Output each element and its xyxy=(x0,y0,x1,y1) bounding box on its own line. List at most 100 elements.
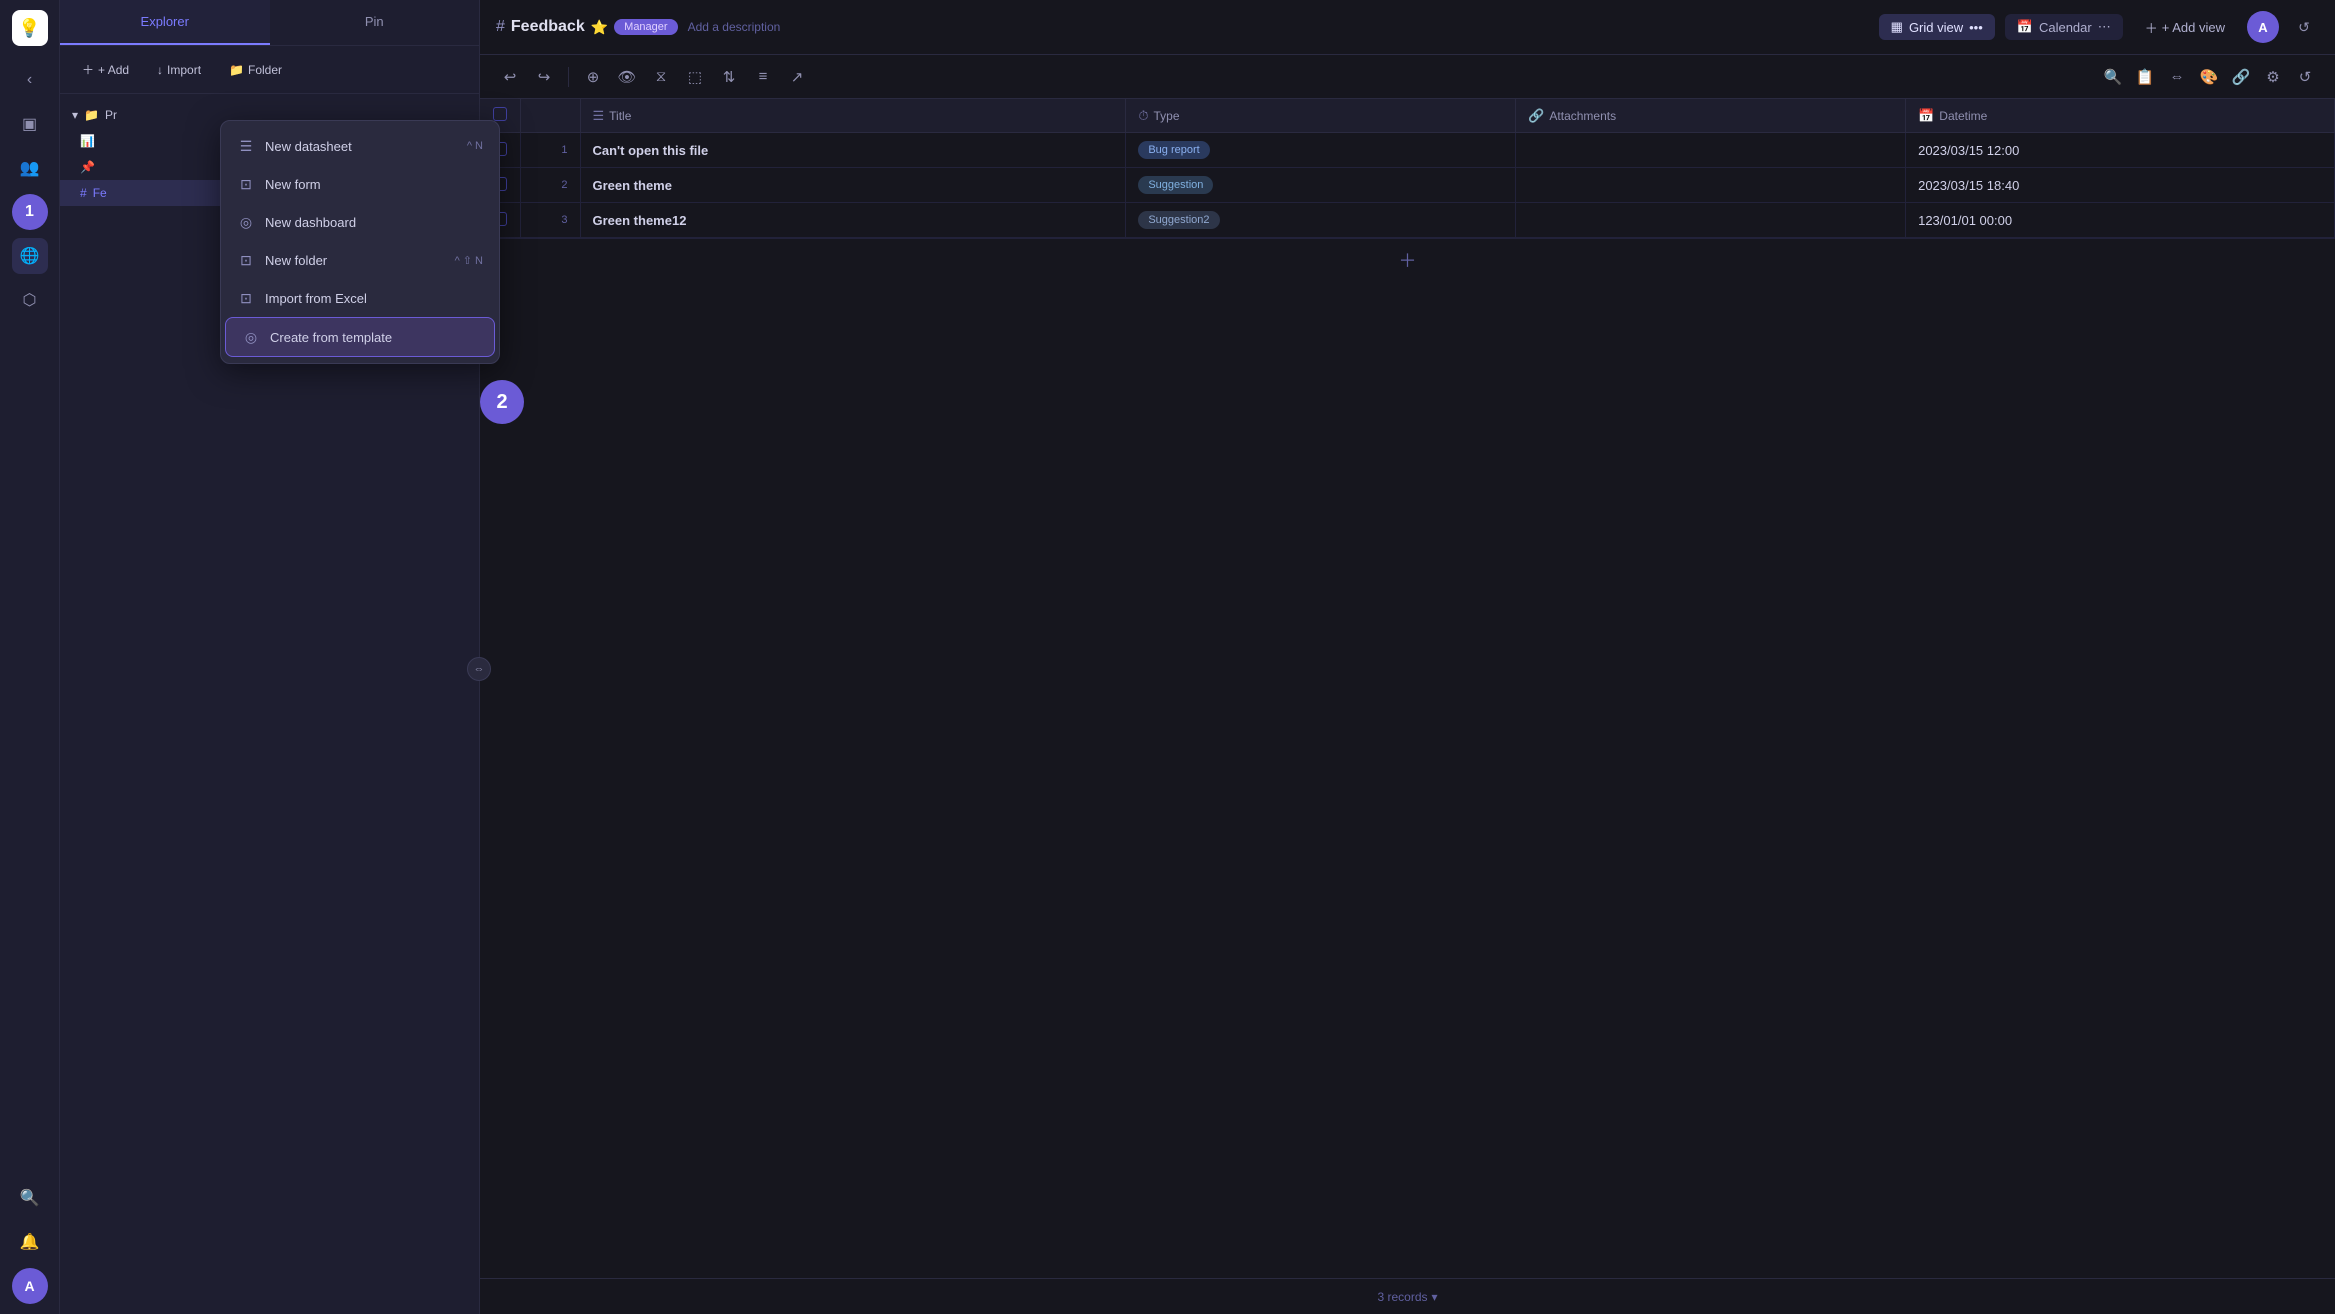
explorer-tabs: Explorer Pin xyxy=(60,0,479,46)
row-type-1[interactable]: Bug report xyxy=(1126,133,1516,168)
menu-item-new-form[interactable]: ⊡ New form xyxy=(221,165,499,203)
sync-button[interactable]: ↺ xyxy=(2289,12,2319,42)
row-num-3: 3 xyxy=(520,203,580,238)
eye-icon: 👁 xyxy=(617,68,636,86)
search-icon: 🔍 xyxy=(20,1188,40,1208)
grid-view-more-icon: ••• xyxy=(1969,20,1983,35)
add-row-button[interactable]: ＋ xyxy=(480,238,2335,281)
add-button[interactable]: ＋ + Add xyxy=(72,56,139,83)
undo-button[interactable]: ↩ xyxy=(496,63,524,91)
add-view-label: + Add view xyxy=(2162,20,2225,35)
new-folder-shortcut: ^ ⇧ N xyxy=(455,254,483,267)
import-excel-label: Import from Excel xyxy=(265,291,367,306)
share-icon: ↗ xyxy=(791,68,804,86)
menu-item-new-datasheet[interactable]: ☰ New datasheet ^ N xyxy=(221,127,499,165)
title-column-header[interactable]: ☰ Title xyxy=(580,99,1126,133)
color-button[interactable]: 🎨 xyxy=(2195,63,2223,91)
left-sidebar: 💡 ‹ ▣ 👥 1 🌐 ⬡ 🔍 🔔 A xyxy=(0,0,60,1314)
new-folder-label: New folder xyxy=(265,253,327,268)
excel-icon: ⊡ xyxy=(237,289,255,307)
step2-badge: 2 xyxy=(480,380,524,424)
star-icon[interactable]: ⭐ xyxy=(591,19,608,36)
row-title-3[interactable]: Green theme12 xyxy=(580,203,1126,238)
add-record-button[interactable]: ⊕ xyxy=(579,63,607,91)
table-container: ☰ Title ⏱ Type 🔗 xyxy=(480,99,2335,1278)
new-datasheet-label: New datasheet xyxy=(265,139,352,154)
menu-item-new-dashboard[interactable]: ◎ New dashboard xyxy=(221,203,499,241)
folder-button[interactable]: 📁 Folder xyxy=(219,56,292,83)
panel-collapse-button[interactable]: ⇔ xyxy=(467,657,491,681)
row-title-1[interactable]: Can't open this file xyxy=(580,133,1126,168)
row-attachments-1[interactable] xyxy=(1516,133,1906,168)
row-num-2: 2 xyxy=(520,168,580,203)
top-bar-avatar[interactable]: A xyxy=(2247,11,2279,43)
group-button[interactable]: ⬚ xyxy=(681,63,709,91)
table-title: Feedback xyxy=(511,18,585,36)
select-all-checkbox[interactable] xyxy=(493,107,507,121)
automation-button[interactable]: ⚙ xyxy=(2259,63,2287,91)
import-icon: ↓ xyxy=(157,63,163,77)
attachments-column-header[interactable]: 🔗 Attachments xyxy=(1516,99,1906,133)
menu-item-create-template[interactable]: ◎ Create from template xyxy=(225,317,495,357)
type-column-header[interactable]: ⏱ Type xyxy=(1126,99,1516,133)
share-button[interactable]: ↗ xyxy=(783,63,811,91)
expand-icon: ⇔ xyxy=(2170,68,2185,85)
tab-explorer[interactable]: Explorer xyxy=(60,0,270,45)
row-title-2[interactable]: Green theme xyxy=(580,168,1126,203)
type-col-label: Type xyxy=(1153,109,1179,123)
feedback-label: Fe xyxy=(93,186,107,200)
explorer-actions: ＋ + Add ↓ Import 📁 Folder xyxy=(60,46,479,94)
rownum-column-header xyxy=(520,99,580,133)
new-form-label: New form xyxy=(265,177,321,192)
sidebar-item-collapse[interactable]: ‹ xyxy=(12,62,48,98)
refresh-button[interactable]: ↺ xyxy=(2291,63,2319,91)
type-col-icon: ⏱ xyxy=(1138,108,1148,124)
row-datetime-1: 2023/03/15 12:00 xyxy=(1906,133,2335,168)
sidebar-item-workspace[interactable]: ▣ xyxy=(12,106,48,142)
pin-icon: 📌 xyxy=(80,160,95,174)
sidebar-item-members[interactable]: 👥 xyxy=(12,150,48,186)
table-header-row: ☰ Title ⏱ Type 🔗 xyxy=(480,99,2335,133)
notifications-button[interactable]: 🔔 xyxy=(12,1224,48,1260)
menu-item-import-excel[interactable]: ⊡ Import from Excel xyxy=(221,279,499,317)
grid-view-button[interactable]: ▦ Grid view ••• xyxy=(1879,14,1995,40)
user-avatar[interactable]: A xyxy=(12,1268,48,1304)
title-col-icon: ☰ xyxy=(593,108,605,124)
sidebar-item-step1[interactable]: 1 xyxy=(12,194,48,230)
calendar-view-button[interactable]: 📅 Calendar ⋯ xyxy=(2005,14,2123,40)
hide-fields-button[interactable]: 👁 xyxy=(613,63,641,91)
row-datetime-2: 2023/03/15 18:40 xyxy=(1906,168,2335,203)
filter-button[interactable]: ⧖ xyxy=(647,63,675,91)
main-area: Explorer Pin ＋ + Add ↓ Import 📁 Folder ▾ xyxy=(60,0,2335,1314)
row-type-2[interactable]: Suggestion xyxy=(1126,168,1516,203)
table-title-section: # Feedback ⭐ Manager Add a description xyxy=(496,18,780,36)
table-description[interactable]: Add a description xyxy=(688,20,781,34)
datetime-column-header[interactable]: 📅 Datetime xyxy=(1906,99,2335,133)
calendar-tool-button[interactable]: 📋 xyxy=(2131,63,2159,91)
avatar-label: A xyxy=(24,1278,34,1294)
row-height-button[interactable]: ≡ xyxy=(749,63,777,91)
row-attachments-2[interactable] xyxy=(1516,168,1906,203)
app-logo[interactable]: 💡 xyxy=(12,10,48,46)
sidebar-item-explore[interactable]: 🌐 xyxy=(12,238,48,274)
expand-button[interactable]: ⇔ xyxy=(2163,63,2191,91)
row-attachments-3[interactable] xyxy=(1516,203,1906,238)
tab-pin[interactable]: Pin xyxy=(270,0,480,45)
calendar-icon: 📅 xyxy=(2017,19,2033,35)
calendar-tool-icon: 📋 xyxy=(2136,68,2155,86)
menu-item-new-folder[interactable]: ⊡ New folder ^ ⇧ N xyxy=(221,241,499,279)
table-row: 1 Can't open this file Bug report 2023/0… xyxy=(480,133,2335,168)
sidebar-item-settings[interactable]: ⬡ xyxy=(12,282,48,318)
redo-button[interactable]: ↪ xyxy=(530,63,558,91)
sort-button[interactable]: ⇅ xyxy=(715,63,743,91)
import-button[interactable]: ↓ Import xyxy=(147,56,211,83)
link-button[interactable]: 🔗 xyxy=(2227,63,2255,91)
dashboard-icon: ◎ xyxy=(237,213,255,231)
logo-emoji: 💡 xyxy=(18,18,40,39)
search-button[interactable]: 🔍 xyxy=(12,1180,48,1216)
add-view-button[interactable]: ＋ + Add view xyxy=(2133,13,2237,42)
sidebar-bottom: 🔍 🔔 A xyxy=(12,1180,48,1304)
plus-view-icon: ＋ xyxy=(2145,18,2158,37)
row-type-3[interactable]: Suggestion2 xyxy=(1126,203,1516,238)
search-records-button[interactable]: 🔍 xyxy=(2099,63,2127,91)
